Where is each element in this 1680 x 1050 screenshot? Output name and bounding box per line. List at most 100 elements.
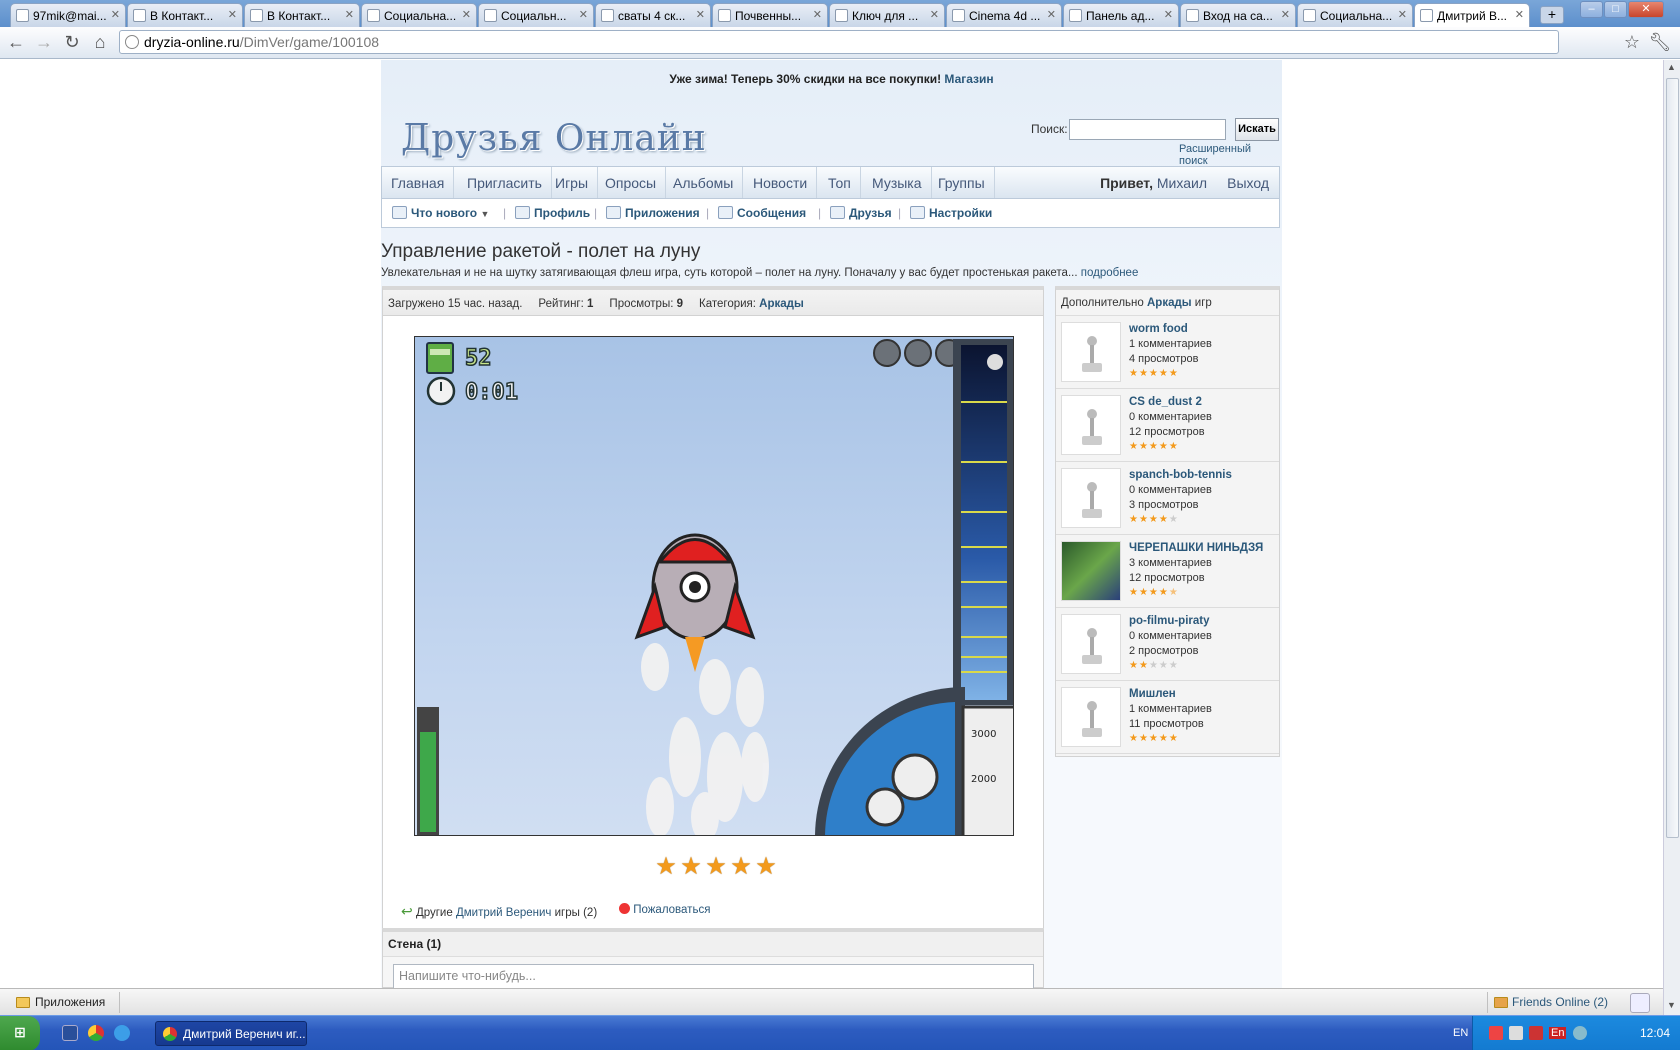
main-nav-item[interactable]: Главная [382,167,455,198]
tab-close-icon[interactable]: ✕ [1164,8,1173,21]
more-link[interactable]: подробнее [1081,267,1139,279]
main-nav-item[interactable]: Игры [546,167,599,198]
game-thumbnail[interactable] [1061,395,1121,455]
reload-icon[interactable]: ↻ [60,31,84,55]
browser-tab[interactable]: Вход на са... ✕ [1180,3,1296,27]
tab-close-icon[interactable]: ✕ [579,8,588,21]
user-name-link[interactable]: Михаил [1157,175,1207,191]
browser-tab[interactable]: В Контакт... ✕ [244,3,360,27]
bookmark-star-icon[interactable]: ☆ [1620,31,1644,55]
browser-tab[interactable]: 97mik@mai... ✕ [10,3,126,27]
browser-tab[interactable]: Панель ад... ✕ [1063,3,1179,27]
language-indicator[interactable]: EN [1453,1027,1468,1039]
browser-tab[interactable]: Социальна... ✕ [361,3,477,27]
sidebar-category-link[interactable]: Аркады [1147,297,1192,309]
rating-star-icon[interactable]: ★ [755,855,777,879]
new-tab-button[interactable]: + [1540,6,1564,24]
wall-input[interactable]: Напишите что-нибудь... [393,964,1034,988]
other-games-link[interactable]: ↩ Другие Дмитрий Веренич игры (2) [401,903,597,920]
related-game-name[interactable]: CS de_dust 2 [1129,396,1202,408]
related-game-item[interactable]: worm food 1 комментариев 4 просмотров ★★★★★ [1056,316,1279,389]
game-thumbnail[interactable] [1061,322,1121,382]
taskbar-chrome-window[interactable]: Дмитрий Веренич иг... [155,1021,307,1046]
game-thumbnail[interactable] [1061,541,1121,601]
chrome-icon[interactable] [88,1025,104,1041]
sub-nav-item[interactable]: Сообщения [718,206,806,220]
tab-close-icon[interactable]: ✕ [462,8,471,21]
back-icon[interactable]: ← [4,31,28,55]
start-button[interactable]: ⊞ [0,1016,40,1050]
browser-tab[interactable]: Социальн... ✕ [478,3,594,27]
sub-nav-item[interactable]: Что нового ▼ [392,206,489,220]
tab-close-icon[interactable]: ✕ [1281,8,1290,21]
tab-close-icon[interactable]: ✕ [813,8,822,21]
vertical-scrollbar[interactable]: ▲ ▼ [1663,60,1680,1015]
logout-link[interactable]: Выход [1227,175,1269,191]
tab-close-icon[interactable]: ✕ [111,8,120,21]
game-thumbnail[interactable] [1061,614,1121,674]
tab-close-icon[interactable]: ✕ [930,8,939,21]
sub-nav-item[interactable]: Профиль [515,206,590,220]
clock[interactable]: 12:04 [1640,1026,1670,1040]
forward-icon[interactable]: → [32,31,56,55]
main-nav-item[interactable]: Альбомы [664,167,744,198]
rating-star-icon[interactable]: ★ [730,855,752,879]
related-game-item[interactable]: CS de_dust 2 0 комментариев 12 просмотров ★… [1056,389,1279,462]
friends-online-button[interactable]: Friends Online (2) [1487,992,1627,1013]
tab-close-icon[interactable]: ✕ [1515,8,1524,21]
address-bar[interactable]: dryzia-online.ru/DimVer/game/100108 [119,30,1559,54]
advanced-search-link[interactable]: Расширенный поиск [1179,143,1282,167]
rating-star-icon[interactable]: ★ [655,855,677,879]
apps-button[interactable]: Приложения [10,992,120,1013]
related-game-name[interactable]: spanch-bob-tennis [1129,469,1232,481]
rating-star-icon[interactable]: ★ [680,855,702,879]
search-input[interactable] [1069,119,1226,140]
alert-icon[interactable] [1529,1026,1543,1040]
sub-nav-item[interactable]: Приложения [606,206,700,220]
browser-tab[interactable]: Социальна... ✕ [1297,3,1413,27]
browser-tab[interactable]: Дмитрий В... ✕ [1414,3,1530,28]
tab-close-icon[interactable]: ✕ [696,8,705,21]
volume-icon[interactable] [1509,1026,1523,1040]
sub-nav-item[interactable]: Настройки [910,206,992,220]
browser-tab[interactable]: Почвенны... ✕ [712,3,828,27]
music-icon[interactable] [904,339,932,367]
related-game-item[interactable]: Мишлен 1 комментариев 11 просмотров ★★★★★ [1056,681,1279,754]
browser-tab[interactable]: В Контакт... ✕ [127,3,243,27]
shop-link[interactable]: Магазин [944,72,993,86]
ie-icon[interactable] [114,1025,130,1041]
wrench-icon[interactable]: 🔧︎ [1648,31,1672,55]
user-icon[interactable] [1630,993,1650,1013]
category-link[interactable]: Аркады [759,298,804,310]
antivirus-icon[interactable] [1489,1026,1503,1040]
tab-close-icon[interactable]: ✕ [1047,8,1056,21]
related-game-item[interactable]: po-filmu-piraty 0 комментариев 2 просмотро… [1056,608,1279,681]
related-game-name[interactable]: Мишлен [1129,688,1176,700]
related-game-item[interactable]: ЧЕРЕПАШКИ НИНЬДЗЯ 3 комментариев 12 просмо… [1056,535,1279,608]
sound-icon[interactable] [873,339,901,367]
rating-star-icon[interactable]: ★ [705,855,727,879]
site-logo[interactable]: Друзья Онлайн [401,118,707,159]
complain-link[interactable]: Пожаловаться [619,903,710,916]
browser-tab[interactable]: сваты 4 ск... ✕ [595,3,711,27]
related-game-name[interactable]: worm food [1129,323,1188,335]
flash-game-canvas[interactable]: 52 0:01 3000 2000 [414,336,1014,836]
related-game-name[interactable]: po-filmu-piraty [1129,615,1210,627]
sub-nav-item[interactable]: Друзья [830,206,892,220]
tab-close-icon[interactable]: ✕ [1398,8,1407,21]
main-nav-item[interactable]: Музыка [863,167,932,198]
tab-close-icon[interactable]: ✕ [345,8,354,21]
complain-text[interactable]: Пожаловаться [633,904,710,916]
browser-tab[interactable]: Ключ для ... ✕ [829,3,945,27]
search-button[interactable]: Искать [1235,118,1279,141]
main-nav-item[interactable]: Новости [744,167,818,198]
tab-close-icon[interactable]: ✕ [228,8,237,21]
related-game-name[interactable]: ЧЕРЕПАШКИ НИНЬДЗЯ [1129,542,1263,554]
browser-tab[interactable]: Cinema 4d ... ✕ [946,3,1062,27]
desktop-icon[interactable] [62,1025,78,1041]
game-thumbnail[interactable] [1061,468,1121,528]
game-thumbnail[interactable] [1061,687,1121,747]
main-nav-item[interactable]: Опросы [596,167,667,198]
author-link[interactable]: Дмитрий Веренич [456,907,551,919]
main-nav-item[interactable]: Топ [819,167,861,198]
